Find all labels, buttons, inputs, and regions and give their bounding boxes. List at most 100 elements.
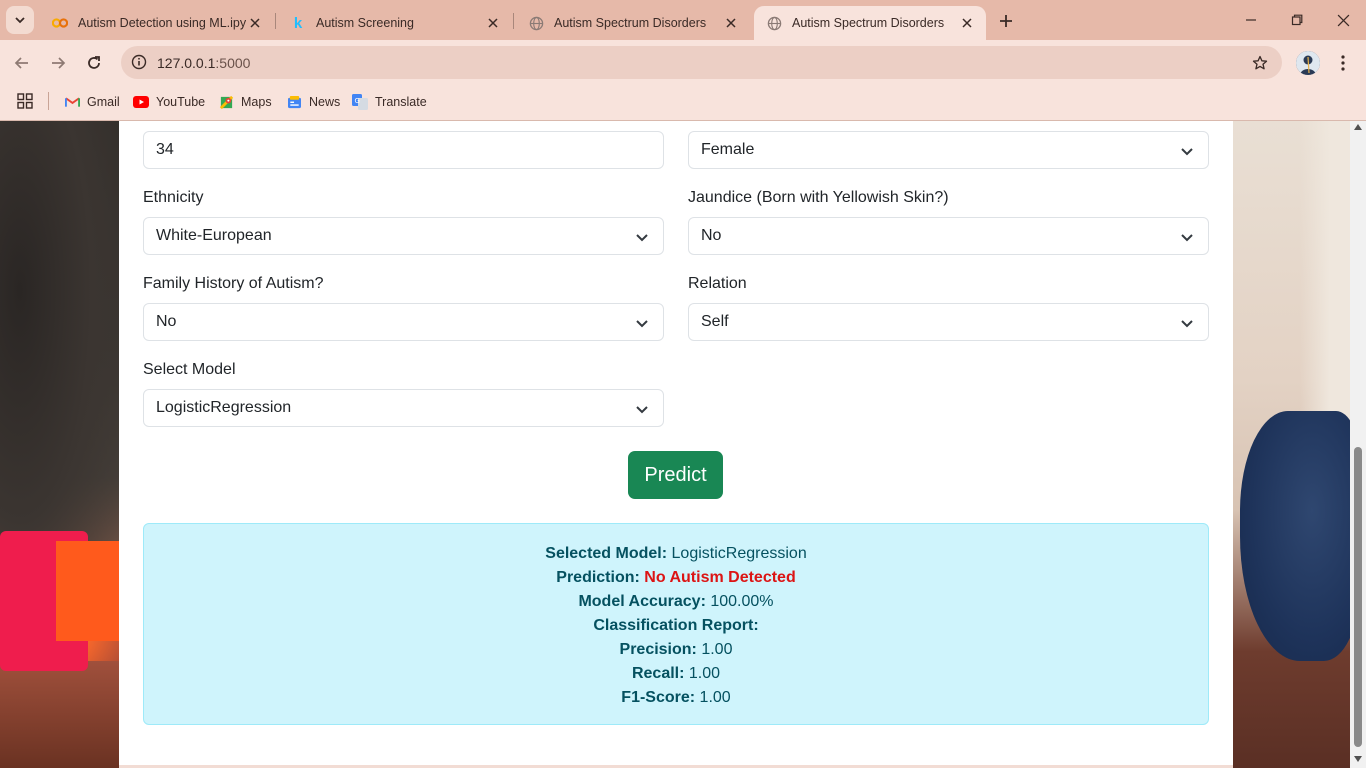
relation-value: Self: [701, 313, 729, 330]
gender-select[interactable]: Female: [688, 131, 1209, 169]
tab-search-button[interactable]: [6, 6, 34, 34]
gender-value: Female: [701, 141, 755, 158]
background-photo-floor: [0, 661, 119, 768]
site-info-icon[interactable]: [129, 52, 149, 72]
bookmark-youtube[interactable]: YouTube: [133, 90, 205, 114]
kaggle-icon: k: [293, 14, 303, 32]
jaundice-select[interactable]: No: [688, 217, 1209, 255]
bookmark-star-icon[interactable]: [1250, 53, 1270, 73]
chevron-down-icon: [15, 17, 25, 24]
address-bar[interactable]: 127.0.0.1:5000: [121, 46, 1282, 79]
browser-menu-button[interactable]: [1333, 49, 1353, 77]
colab-icon: [52, 15, 68, 31]
gmail-icon: [64, 94, 80, 110]
close-icon[interactable]: [722, 14, 740, 32]
result-label: Model Accuracy:: [578, 593, 706, 610]
minimize-button[interactable]: [1228, 0, 1274, 40]
relation-label: Relation: [688, 275, 747, 292]
family-history-value: No: [156, 313, 177, 330]
tab-strip: Autism Detection using ML.ipyn k Autism …: [0, 0, 1366, 40]
result-label: Recall:: [631, 665, 685, 682]
bookmark-separator: [48, 92, 49, 110]
tab-title: Autism Spectrum Disorders: [792, 16, 945, 30]
globe-icon: [766, 15, 782, 31]
predict-button[interactable]: Predict: [628, 451, 723, 499]
bookmark-label: YouTube: [156, 95, 206, 109]
url-port: :5000: [215, 55, 251, 71]
url-text: 127.0.0.1:5000: [157, 55, 250, 71]
background-photo-hair: [0, 121, 119, 581]
chevron-down-icon: [1181, 148, 1193, 156]
close-icon[interactable]: [246, 14, 264, 32]
close-icon[interactable]: [484, 14, 502, 32]
result-f1: F1-Score: 1.00: [144, 686, 1208, 710]
result-label: Classification Report:: [593, 617, 759, 634]
news-icon: [286, 94, 302, 110]
tab-colab[interactable]: Autism Detection using ML.ipyn: [40, 6, 274, 40]
result-report-heading: Classification Report:: [144, 614, 1208, 638]
svg-text:G: G: [355, 97, 360, 105]
bookmark-translate[interactable]: G Translate: [352, 90, 427, 114]
scroll-up-arrow-icon[interactable]: [1354, 124, 1362, 130]
result-precision: Precision: 1.00: [144, 638, 1208, 662]
tab-asd-active[interactable]: Autism Spectrum Disorders: [754, 6, 986, 40]
restore-button[interactable]: [1274, 0, 1320, 40]
tab-separator: [275, 13, 276, 29]
bookmark-label: Maps: [241, 95, 272, 109]
tab-title: Autism Detection using ML.ipyn: [78, 16, 246, 30]
reload-icon: [88, 56, 100, 69]
scrollbar-thumb[interactable]: [1354, 447, 1362, 747]
model-select[interactable]: LogisticRegression: [143, 389, 664, 427]
bookmark-label: News: [309, 95, 341, 109]
result-label: F1-Score:: [621, 689, 696, 706]
tab-separator: [513, 13, 514, 29]
result-value: 1.00: [701, 641, 733, 658]
form-panel: 34 Female Ethnicity White-European Jaund…: [119, 121, 1233, 765]
tab-title: Autism Screening: [316, 16, 414, 30]
new-tab-button[interactable]: [994, 9, 1018, 33]
result-alert: Selected Model: LogisticRegression Predi…: [143, 523, 1209, 725]
family-history-select[interactable]: No: [143, 303, 664, 341]
chevron-down-icon: [636, 320, 648, 328]
bookmark-news[interactable]: News: [286, 90, 340, 114]
relation-select[interactable]: Self: [688, 303, 1209, 341]
chevron-down-icon: [1181, 234, 1193, 242]
translate-icon: G: [352, 94, 368, 110]
tab-kaggle[interactable]: k Autism Screening: [278, 6, 512, 40]
result-prediction: Prediction: No Autism Detected: [144, 566, 1208, 590]
chevron-down-icon: [1181, 320, 1193, 328]
more-vert-icon: [1341, 55, 1345, 71]
page-scrollbar[interactable]: [1350, 121, 1366, 768]
tab-title: Autism Spectrum Disorders: [554, 16, 707, 30]
close-icon[interactable]: [958, 14, 976, 32]
result-value: 1.00: [699, 689, 731, 706]
family-history-label: Family History of Autism?: [143, 275, 324, 292]
chevron-down-icon: [636, 234, 648, 242]
reload-button[interactable]: [80, 49, 108, 77]
background-photo-cushion: [1240, 411, 1350, 661]
scroll-down-arrow-icon[interactable]: [1354, 756, 1362, 762]
page-viewport: 34 Female Ethnicity White-European Jaund…: [0, 121, 1350, 768]
ethnicity-select[interactable]: White-European: [143, 217, 664, 255]
age-input[interactable]: 34: [143, 131, 664, 169]
forward-button[interactable]: [44, 49, 72, 77]
tab-asd-1[interactable]: Autism Spectrum Disorders: [516, 6, 750, 40]
apps-grid-icon[interactable]: [17, 93, 35, 111]
jaundice-value: No: [701, 227, 722, 244]
arrow-right-icon: [52, 57, 66, 69]
globe-icon: [528, 15, 544, 31]
profile-avatar[interactable]: [1296, 51, 1320, 75]
maps-icon: [218, 94, 234, 110]
bookmark-label: Translate: [375, 95, 427, 109]
model-value: LogisticRegression: [156, 399, 292, 416]
close-window-button[interactable]: [1320, 0, 1366, 40]
back-button[interactable]: [8, 49, 36, 77]
bookmark-label: Gmail: [87, 95, 120, 109]
model-label: Select Model: [143, 361, 236, 378]
result-value: LogisticRegression: [671, 545, 807, 562]
browser-toolbar: 127.0.0.1:5000: [0, 40, 1366, 86]
result-selected-model: Selected Model: LogisticRegression: [144, 542, 1208, 566]
bookmark-maps[interactable]: Maps: [218, 90, 272, 114]
bookmark-gmail[interactable]: Gmail: [64, 90, 120, 114]
background-photo-wall: [1300, 121, 1350, 421]
